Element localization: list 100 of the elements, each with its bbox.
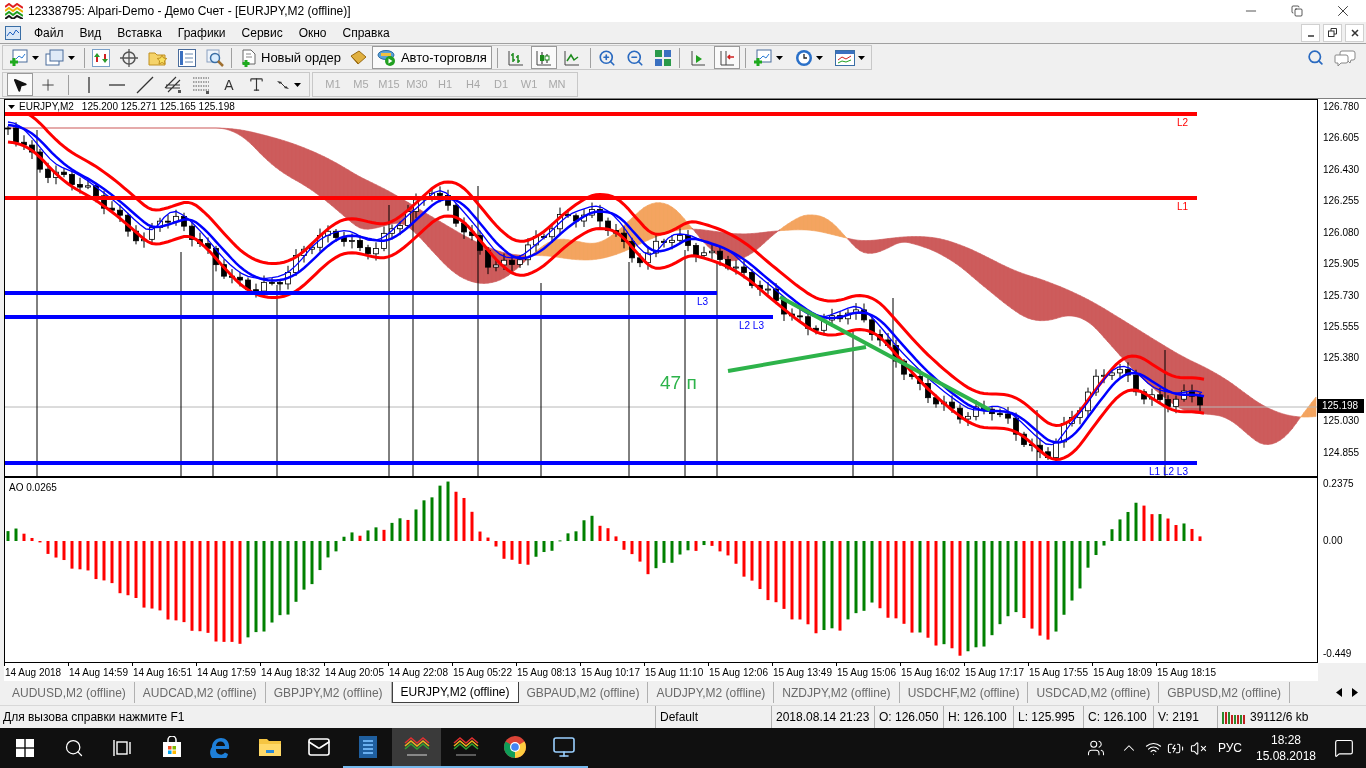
caret-icon[interactable]	[815, 55, 823, 60]
time-label: 14 Aug 17:59	[196, 666, 256, 679]
browser-swirl-icon[interactable]	[209, 736, 232, 758]
caret-icon[interactable]	[68, 55, 75, 60]
close-icon[interactable]	[1350, 28, 1359, 37]
price-label: 126.780	[1322, 100, 1360, 114]
folder-icon[interactable]	[257, 737, 282, 757]
search-icon[interactable]	[63, 738, 84, 758]
time-label: 15 Aug 13:49	[772, 666, 832, 679]
wave-logo-icon[interactable]	[451, 735, 480, 759]
chrome-logo-icon[interactable]	[502, 735, 527, 759]
arrow-axis-icon[interactable]	[718, 49, 735, 66]
connection-bars-icon	[1222, 710, 1246, 724]
current-price-label: 125.198	[1318, 399, 1364, 413]
caret-icon[interactable]	[857, 55, 865, 60]
chart-tab[interactable]: USDCHF,M2 (offline)	[899, 682, 1029, 703]
time-label: 15 Aug 08:13	[516, 666, 576, 679]
chart-tab[interactable]: AUDUSD,M2 (offline)	[4, 682, 135, 703]
clock-date[interactable]: 15.08.2018	[1255, 748, 1317, 764]
channel-lines-icon[interactable]	[164, 75, 182, 94]
time-label: 15 Aug 16:02	[900, 666, 960, 679]
tile-windows-icon[interactable]	[653, 48, 672, 67]
zoom-in-icon[interactable]	[597, 48, 616, 67]
minimize-button[interactable]	[1301, 23, 1320, 42]
price-label: 125.905	[1322, 257, 1360, 272]
traffic-readout: 39112/6 kb	[1250, 709, 1309, 726]
document-stripes-icon[interactable]	[357, 735, 378, 759]
window-title: 12338795: Alpari-Demo - Демо Счет - [EURJPY,M2 (offline)]	[28, 3, 351, 20]
windows-logo-icon[interactable]	[15, 739, 34, 757]
monitor-icon[interactable]	[551, 735, 576, 759]
chart-tab[interactable]: AUDCAD,M2 (offline)	[134, 682, 266, 703]
chart-tab[interactable]: USDCAD,M2 (offline)	[1028, 682, 1160, 703]
chart-tab[interactable]: GBPAUD,M2 (offline)	[518, 682, 649, 703]
high-price: H: 126.100	[948, 709, 1007, 726]
time-label: 14 Aug 20:05	[324, 666, 384, 679]
price-label: 124.855	[1322, 445, 1360, 460]
menu-item[interactable]: Окно	[290, 22, 335, 43]
crosshair-icon[interactable]	[120, 48, 138, 67]
chart-tab[interactable]: GBPJPY,M2 (offline)	[265, 682, 392, 703]
text-label-icon[interactable]	[248, 76, 265, 93]
diamond-icon[interactable]	[348, 49, 367, 66]
menu-item[interactable]: Справка	[334, 22, 398, 43]
menu-item[interactable]: Вставка	[109, 22, 170, 43]
scroll-right-icon[interactable]	[1352, 687, 1358, 697]
chart-tab[interactable]: NZDJPY,M2 (offline)	[774, 682, 900, 703]
document-plus-icon[interactable]	[240, 48, 258, 67]
chart-window-icon[interactable]	[5, 25, 21, 40]
close-price: C: 126.100	[1088, 709, 1147, 726]
chart-tab[interactable]: GBPUSD,M2 (offline)	[1159, 682, 1291, 703]
chart-mode-button[interactable]	[530, 46, 557, 69]
price-label: 126.430	[1322, 162, 1360, 177]
indicator-window-icon[interactable]	[834, 49, 855, 66]
list-window-icon[interactable]	[178, 48, 196, 67]
autotrading-button[interactable]: Авто-торговля	[371, 46, 492, 69]
magnifier-icon[interactable]	[206, 48, 224, 67]
bar-chart-icon[interactable]	[507, 49, 524, 66]
dotted-lines-icon[interactable]	[192, 75, 210, 94]
line-chart-icon[interactable]	[563, 49, 580, 66]
scroll-left-icon[interactable]	[1336, 687, 1342, 697]
play-badge-icon[interactable]	[376, 48, 397, 67]
time-label: 15 Aug 18:15	[1156, 666, 1216, 679]
menu-item[interactable]: Файл	[26, 22, 72, 43]
time-label: 15 Aug 15:06	[836, 666, 896, 679]
notification-icon[interactable]	[1334, 738, 1354, 758]
close-button[interactable]	[1345, 23, 1364, 42]
menu-item[interactable]: Сервис	[233, 22, 291, 43]
price-label: 125.555	[1322, 319, 1360, 334]
language-indicator[interactable]: РУС	[1210, 739, 1250, 757]
time-label: 15 Aug 12:06	[708, 666, 768, 679]
menu-item[interactable]: Графики	[169, 22, 234, 43]
play-axis-icon[interactable]	[689, 49, 706, 66]
new-order-button[interactable]: Новый ордер	[237, 46, 344, 69]
candlestick-icon[interactable]	[535, 49, 552, 66]
clock-time[interactable]: 18:28	[1271, 732, 1301, 748]
text-tool-button[interactable]: A	[220, 77, 238, 92]
clock-icon[interactable]	[794, 48, 813, 67]
wave-logo-icon[interactable]	[402, 735, 431, 759]
trend-line-icon[interactable]	[136, 75, 154, 94]
cursor-icon[interactable]	[12, 76, 28, 93]
chart-tab[interactable]: AUDJPY,M2 (offline)	[648, 682, 775, 703]
cursor-mode-button[interactable]	[7, 73, 33, 96]
shopping-bag-icon[interactable]	[160, 736, 183, 758]
exchange-arrows-icon[interactable]	[92, 48, 110, 67]
people-icon[interactable]	[1087, 739, 1105, 757]
caret-icon[interactable]	[775, 55, 783, 60]
volume-muted-icon[interactable]	[1189, 739, 1207, 757]
menu-item[interactable]: Вид	[71, 22, 110, 43]
caret-icon[interactable]	[8, 104, 15, 109]
mail-icon[interactable]	[306, 735, 331, 759]
restore-icon[interactable]	[1328, 28, 1337, 37]
time-label: 14 Aug 16:51	[132, 666, 192, 679]
chart-shift-button[interactable]	[713, 46, 740, 69]
zoom-out-icon[interactable]	[625, 48, 644, 67]
task-view-icon[interactable]	[112, 739, 133, 757]
chart-tab[interactable]: EURJPY,M2 (offline)	[391, 682, 519, 703]
caret-icon[interactable]	[294, 82, 301, 87]
time-label: 15 Aug 11:10	[644, 666, 704, 679]
caret-icon[interactable]	[32, 55, 39, 60]
profile-name: Default	[660, 709, 699, 726]
restore-button[interactable]	[1323, 23, 1342, 42]
